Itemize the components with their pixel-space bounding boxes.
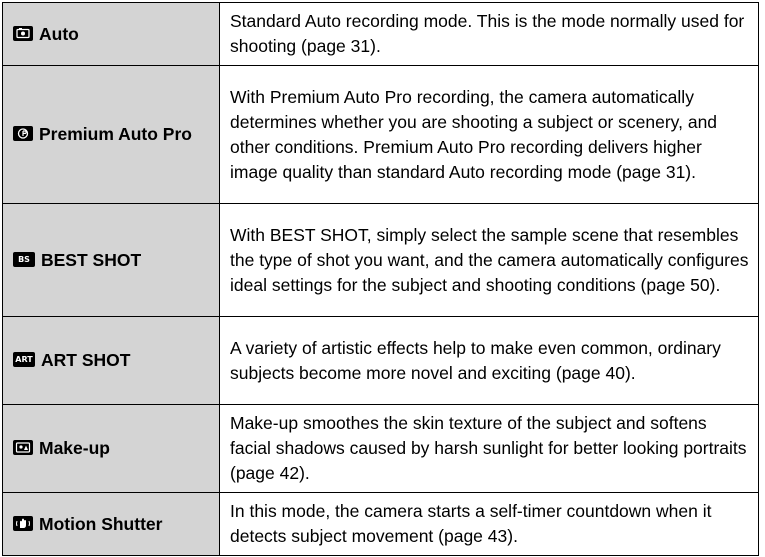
table-row: Auto Standard Auto recording mode. This … (2, 2, 759, 66)
mode-description: With BEST SHOT, simply select the sample… (230, 224, 749, 295)
mode-description-cell: Standard Auto recording mode. This is th… (219, 2, 759, 66)
mode-description: Standard Auto recording mode. This is th… (230, 11, 745, 56)
mode-name: ART SHOT (41, 350, 131, 370)
mode-description-cell: With BEST SHOT, simply select the sample… (219, 203, 759, 317)
mode-name-cell: BS BEST SHOT (2, 203, 220, 317)
best-shot-icon: BS (13, 251, 35, 267)
mode-name-cell: ART ART SHOT (2, 316, 220, 405)
mode-name: BEST SHOT (41, 249, 142, 270)
mode-name-cell: Auto (2, 2, 220, 66)
make-up-icon (13, 440, 33, 455)
mode-description-cell: Make-up smoothes the skin texture of the… (219, 404, 759, 493)
mode-name: Make-up (39, 438, 110, 458)
mode-description: With Premium Auto Pro recording, the cam… (230, 86, 718, 182)
mode-name-cell: Make-up (2, 404, 220, 493)
motion-shutter-icon (13, 515, 33, 531)
mode-name: Motion Shutter (39, 513, 163, 534)
art-shot-icon: ART (13, 352, 35, 367)
table-row: BS BEST SHOT With BEST SHOT, simply selec… (2, 203, 759, 317)
recording-modes-table: Auto Standard Auto recording mode. This … (2, 2, 759, 556)
mode-name: Auto (39, 23, 79, 44)
table-row: Motion Shutter In this mode, the camera … (2, 492, 759, 556)
mode-description-cell: With Premium Auto Pro recording, the cam… (219, 65, 759, 204)
mode-name: Premium Auto Pro (39, 124, 192, 144)
mode-description-cell: In this mode, the camera starts a self-t… (219, 492, 759, 556)
mode-description-cell: A variety of artistic effects help to ma… (219, 316, 759, 405)
table-row: ART ART SHOT A variety of artistic effect… (2, 316, 759, 405)
mode-description: A variety of artistic effects help to ma… (230, 337, 721, 383)
mode-description: In this mode, the camera starts a self-t… (230, 501, 712, 546)
mode-name-cell: Premium Auto Pro (2, 65, 220, 204)
mode-name-cell: Motion Shutter (2, 492, 220, 556)
table-row: Premium Auto Pro With Premium Auto Pro r… (2, 65, 759, 204)
mode-description: Make-up smoothes the skin texture of the… (230, 413, 747, 483)
camera-auto-icon (13, 25, 33, 41)
premium-auto-pro-icon (13, 126, 33, 141)
table-row: Make-up Make-up smoothes the skin textur… (2, 404, 759, 493)
